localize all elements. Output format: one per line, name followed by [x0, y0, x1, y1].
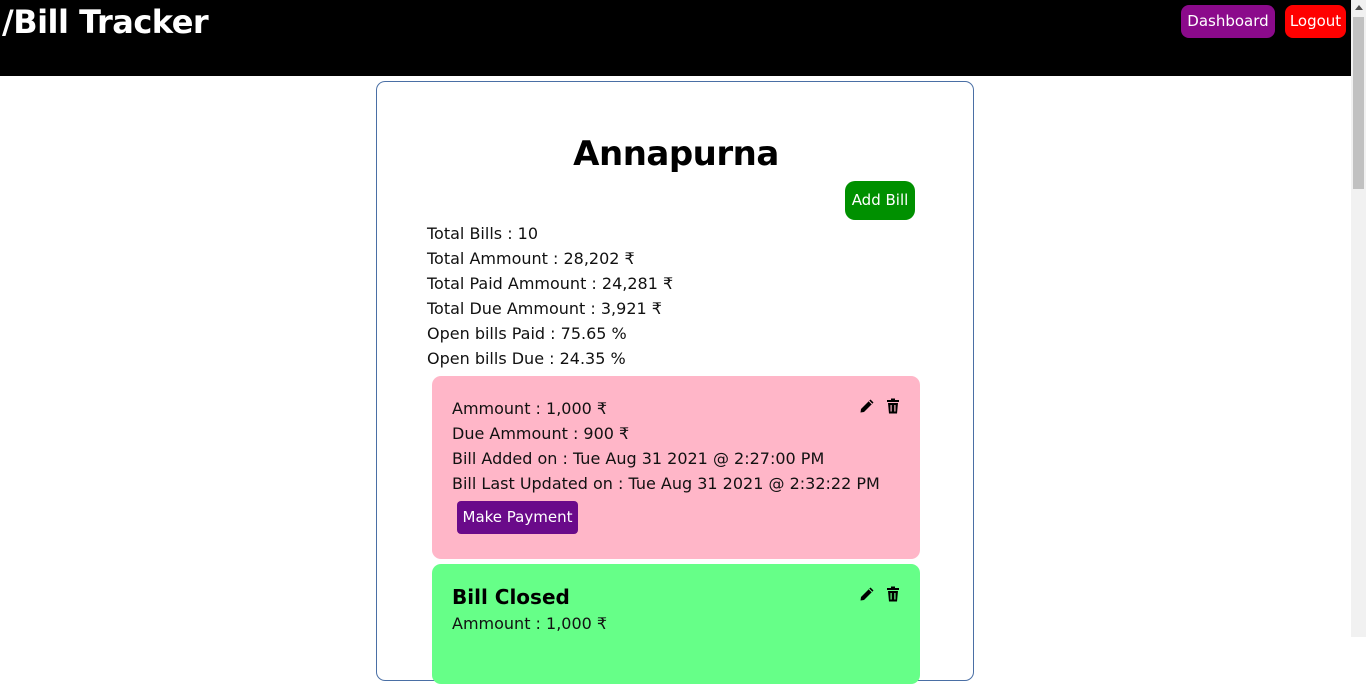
- bill-added-on: Bill Added on : Tue Aug 31 2021 @ 2:27:0…: [452, 449, 825, 468]
- trash-icon[interactable]: [885, 586, 901, 602]
- dashboard-button[interactable]: Dashboard: [1181, 5, 1275, 38]
- bill-amount: Ammount : 1,000 ₹: [452, 399, 608, 418]
- stat-open-paid-percent: Open bills Paid : 75.65 %: [427, 324, 627, 343]
- pencil-icon[interactable]: [859, 398, 875, 414]
- bill-card-open: Ammount : 1,000 ₹ Due Ammount : 900 ₹ Bi…: [432, 376, 920, 559]
- top-navbar: /Bill Tracker Dashboard Logout: [0, 0, 1351, 76]
- bill-due-amount: Due Ammount : 900 ₹: [452, 424, 630, 443]
- logout-button[interactable]: Logout: [1285, 5, 1346, 38]
- vendor-card: Annapurna Add Bill Total Bills : 10 Tota…: [376, 81, 974, 684]
- vendor-name: Annapurna: [573, 134, 779, 174]
- scroll-thumb[interactable]: [1353, 17, 1364, 189]
- stat-total-bills: Total Bills : 10: [427, 224, 539, 243]
- trash-icon[interactable]: [885, 398, 901, 414]
- brand-title[interactable]: /Bill Tracker: [2, 2, 209, 42]
- stat-total-paid: Total Paid Ammount : 24,281 ₹: [427, 274, 674, 293]
- page-scrollbar[interactable]: [1351, 0, 1366, 637]
- vendor-stats: Total Bills : 10 Total Ammount : 28,202 …: [427, 221, 673, 371]
- bill-last-updated: Bill Last Updated on : Tue Aug 31 2021 @…: [452, 474, 880, 493]
- bill-details: Bill Closed Ammount : 1,000 ₹: [452, 584, 607, 636]
- stat-open-due-percent: Open bills Due : 24.35 %: [427, 349, 626, 368]
- bill-amount: Ammount : 1,000 ₹: [452, 614, 608, 633]
- add-bill-button[interactable]: Add Bill: [845, 181, 915, 220]
- bill-card-closed: Bill Closed Ammount : 1,000 ₹: [432, 564, 920, 684]
- pencil-icon[interactable]: [859, 586, 875, 602]
- bill-details: Ammount : 1,000 ₹ Due Ammount : 900 ₹ Bi…: [452, 396, 880, 496]
- bill-closed-heading: Bill Closed: [452, 585, 570, 609]
- scroll-up-arrow-icon[interactable]: [1355, 5, 1363, 10]
- make-payment-button[interactable]: Make Payment: [457, 501, 578, 534]
- stat-total-amount: Total Ammount : 28,202 ₹: [427, 249, 635, 268]
- stat-total-due: Total Due Ammount : 3,921 ₹: [427, 299, 662, 318]
